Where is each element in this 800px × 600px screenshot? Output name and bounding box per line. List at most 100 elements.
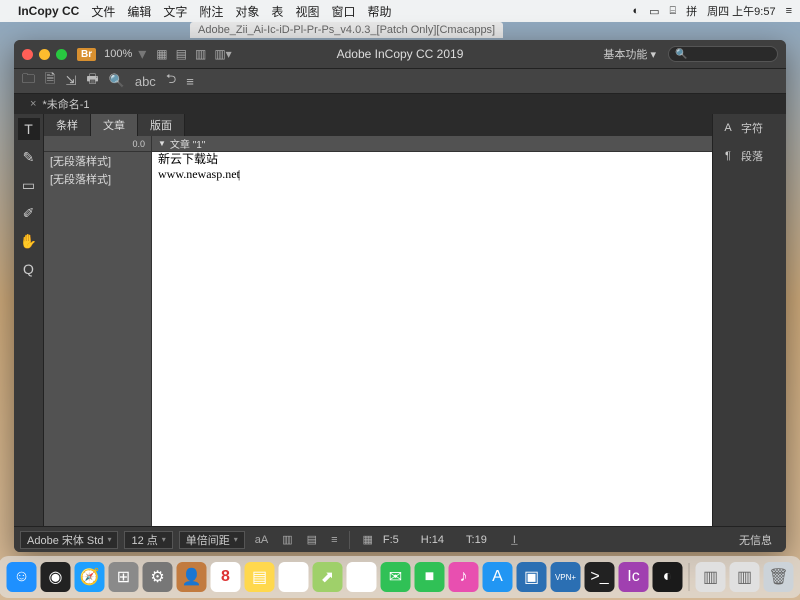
note-tool[interactable]: ✎ (18, 146, 40, 168)
ime-indicator[interactable]: 拼 (686, 3, 697, 19)
font-family-field[interactable]: Adobe 宋体 Std▾ (20, 531, 118, 549)
text-line[interactable]: www.newasp.net (152, 167, 712, 182)
fullscreen-button[interactable] (56, 49, 67, 60)
dock-trash[interactable]: 🗑 (764, 562, 794, 592)
dock-notes[interactable]: ✎ (279, 562, 309, 592)
view-mode-c-icon[interactable]: ▥ (195, 47, 206, 61)
dock-notepad[interactable]: ▤ (245, 562, 275, 592)
menu-help[interactable]: 帮助 (367, 3, 391, 20)
cc-status-icon[interactable]: ◐ (632, 5, 639, 17)
paragraph-icon: ¶ (721, 150, 735, 162)
frame-tool[interactable]: ▭ (18, 174, 40, 196)
document-tab-label: *未命名-1 (42, 96, 89, 112)
font-size-field[interactable]: 12 点▾ (124, 531, 172, 549)
clock[interactable]: 周四 上午9:57 (707, 3, 775, 19)
text-line[interactable]: 新云下载站 (152, 152, 712, 167)
zoom-level[interactable]: 100% (104, 48, 132, 60)
screen-mirror-icon[interactable]: ⌸ (670, 5, 677, 18)
view-mode-tabs: 条样 文章 版面 (44, 114, 712, 136)
search-input[interactable]: 🔍 (668, 46, 778, 62)
style-column-header: 0.0 (44, 136, 151, 152)
dock-preview[interactable]: ▣ (517, 562, 547, 592)
notification-center-icon[interactable]: ≡ (786, 5, 792, 17)
paragraph-panel[interactable]: ¶ 段落 (713, 142, 786, 170)
tab-galley[interactable]: 条样 (44, 114, 91, 136)
dock-creative-cloud[interactable]: ◐ (653, 562, 683, 592)
style-row[interactable]: [无段落样式] (44, 152, 151, 170)
app-menu[interactable]: InCopy CC (18, 4, 79, 18)
dropdown-arrow-icon[interactable]: ▾ (138, 44, 146, 64)
dock-vpn[interactable]: VPN+ (551, 562, 581, 592)
find-icon[interactable]: 🔍 (109, 73, 125, 89)
panel-label: 字符 (741, 120, 763, 136)
document-tab[interactable]: × *未命名-1 (22, 94, 98, 114)
menu-edit[interactable]: 编辑 (127, 3, 151, 20)
story-title-bar[interactable]: ▼ 文章 "1" (152, 136, 712, 152)
leading-field[interactable]: 单倍间距▾ (179, 531, 245, 549)
menu-view[interactable]: 视图 (295, 3, 319, 20)
bridge-button[interactable]: Br (77, 48, 96, 61)
menu-object[interactable]: 对象 (235, 3, 259, 20)
status-info-text: 无信息 (739, 532, 772, 548)
copyfit-icon[interactable]: ▦ (358, 533, 376, 546)
story-text-column[interactable]: ▼ 文章 "1" 新云下载站 www.newasp.net (152, 136, 712, 526)
minimize-button[interactable] (39, 49, 50, 60)
tool-palette: T ✎ ▭ ✐ ✋ Q (14, 114, 44, 526)
style-row[interactable]: [无段落样式] (44, 170, 151, 188)
print-icon[interactable]: 🖶 (86, 70, 98, 92)
menu-type[interactable]: 文字 (163, 3, 187, 20)
dock-launchpad[interactable]: ⊞ (109, 562, 139, 592)
type-tool[interactable]: T (18, 118, 40, 140)
dock-finder[interactable]: ☺ (7, 562, 37, 592)
dock-safari[interactable]: 🧭 (75, 562, 105, 592)
column-options-icon[interactable]: ▥ (278, 533, 296, 546)
view-mode-a-icon[interactable]: ▦ (156, 47, 167, 61)
spell-check-icon[interactable]: abc (135, 74, 156, 89)
macos-menubar: InCopy CC 文件 编辑 文字 附注 对象 表 视图 窗口 帮助 ◐ ▭ … (0, 0, 800, 22)
dock-preferences[interactable]: ⚙ (143, 562, 173, 592)
tab-layout[interactable]: 版面 (138, 114, 185, 136)
dock-downloads[interactable]: ▥ (696, 562, 726, 592)
check-in-icon[interactable]: ⇲ (65, 73, 76, 89)
view-mode-b-icon[interactable]: ▤ (176, 47, 187, 61)
show-styles-toggle[interactable]: ▤ (303, 533, 321, 546)
search-icon: 🔍 (675, 49, 687, 60)
disclosure-triangle-icon[interactable]: ▼ (158, 139, 166, 148)
dock-pictures[interactable]: ▥ (730, 562, 760, 592)
open-icon[interactable]: 🗀 (22, 70, 35, 92)
toolbar-overflow-icon[interactable]: ≡ (186, 74, 194, 89)
anti-alias-icon[interactable]: aA (251, 534, 272, 546)
tab-story[interactable]: 文章 (91, 114, 138, 136)
dock-messages[interactable]: ✉ (381, 562, 411, 592)
arrange-icon[interactable]: ▥▾ (214, 47, 231, 61)
dock-terminal[interactable]: >_ (585, 562, 615, 592)
dock-siri[interactable]: ◉ (41, 562, 71, 592)
dock-incopy[interactable]: Ic (619, 562, 649, 592)
zoom-tool[interactable]: Q (18, 258, 40, 280)
close-button[interactable] (22, 49, 33, 60)
display-icon[interactable]: ▭ (649, 5, 659, 18)
eyedropper-tool[interactable]: ✐ (18, 202, 40, 224)
menu-notes[interactable]: 附注 (199, 3, 223, 20)
dock-calendar[interactable]: 8 (211, 562, 241, 592)
traffic-lights (22, 49, 67, 60)
track-changes-icon[interactable]: ⮌ (166, 70, 176, 92)
copyfit-h: H:14 (421, 534, 444, 546)
dock-itunes[interactable]: ♪ (449, 562, 479, 592)
dock-facetime[interactable]: ■ (415, 562, 445, 592)
save-icon[interactable]: 🗎 (45, 70, 55, 92)
menu-file[interactable]: 文件 (91, 3, 115, 20)
text-stats-icon[interactable]: I̲ (509, 534, 520, 546)
window-title: Adobe InCopy CC 2019 (337, 47, 464, 61)
dock-photos[interactable]: ✿ (347, 562, 377, 592)
menu-window[interactable]: 窗口 (331, 3, 355, 20)
close-tab-icon[interactable]: × (30, 98, 36, 110)
hand-tool[interactable]: ✋ (18, 230, 40, 252)
dock-maps[interactable]: ⬈ (313, 562, 343, 592)
view-options-icon[interactable]: ≡ (327, 534, 341, 546)
character-panel[interactable]: A 字符 (713, 114, 786, 142)
dock-contacts[interactable]: 👤 (177, 562, 207, 592)
workspace-switcher[interactable]: 基本功能 ▾ (597, 44, 662, 64)
menu-table[interactable]: 表 (271, 3, 283, 20)
dock-appstore[interactable]: A (483, 562, 513, 592)
